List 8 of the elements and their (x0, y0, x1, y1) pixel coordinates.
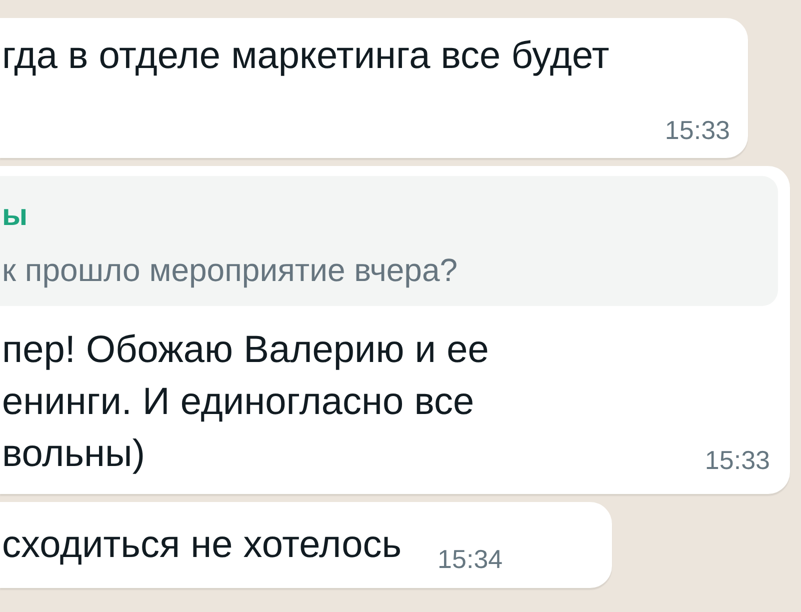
message-text: гда в отделе маркетинга все будет (2, 34, 610, 79)
message-time: 15:34 (438, 544, 503, 574)
quote-text: к прошло мероприятие вчера? (2, 251, 459, 290)
message-text: сходиться не хотелось (2, 523, 402, 568)
quote-sender: ы (2, 198, 29, 234)
message-time: 15:33 (664, 114, 730, 147)
message-text: пер! Обожаю Валерию и ее енинги. И единогласно все вольны) (2, 328, 489, 477)
message-time: 15:33 (704, 445, 770, 476)
